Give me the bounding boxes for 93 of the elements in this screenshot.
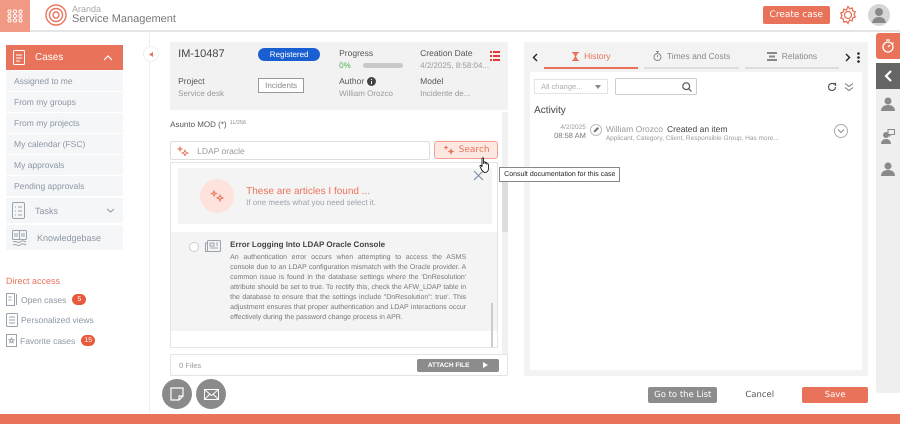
cases-menu-header[interactable]: Cases (6, 45, 124, 70)
sidebar-item[interactable]: From my groups (6, 92, 124, 112)
field-label: Progress (339, 48, 374, 58)
sidebar-item[interactable]: From my projects (6, 113, 124, 133)
collapse-button[interactable] (143, 46, 160, 62)
play-icon (483, 362, 488, 368)
chevron-right-icon[interactable] (845, 52, 852, 62)
settings-icon[interactable] (838, 5, 858, 25)
field-value: Incidente de... (420, 89, 470, 98)
stopwatch-icon (652, 51, 662, 61)
info-icon[interactable] (367, 76, 376, 86)
envelope-icon (204, 388, 219, 400)
list-icon[interactable] (490, 51, 500, 61)
collapse-panel-button[interactable] (876, 63, 900, 89)
note-button[interactable] (162, 379, 192, 409)
search-field[interactable] (615, 78, 698, 95)
logo-icon (44, 3, 68, 27)
sidebar-item[interactable]: My calendar (FSC) (6, 134, 124, 154)
field-label: Author (339, 76, 364, 86)
sparkle-icon (177, 146, 190, 156)
shortcut-link[interactable]: Favorite cases (20, 336, 76, 346)
article-title[interactable]: Error Logging Into LDAP Oracle Console (230, 240, 466, 249)
book-icon (12, 230, 27, 246)
tab[interactable]: Times and Costs (644, 45, 739, 69)
grid-icon (7, 9, 23, 23)
entry-action: Created an item (667, 124, 728, 134)
field-value: Service desk (178, 89, 224, 98)
case-id: IM-10487 (178, 48, 225, 60)
more-icon[interactable] (857, 52, 860, 62)
expand-icon[interactable] (834, 124, 848, 138)
sidebar-group[interactable]: Tasks (6, 198, 124, 223)
refresh-icon[interactable] (827, 82, 838, 92)
subject-field[interactable]: LDAP oracle (170, 141, 430, 160)
brand-title: Service Management (72, 14, 176, 26)
list-icon (6, 313, 18, 327)
field-label: Creation Date (420, 48, 473, 58)
note-icon (170, 387, 184, 401)
avatar-icon[interactable] (868, 4, 890, 26)
sidebar-item[interactable]: Pending approvals (6, 176, 124, 196)
chevron-icon (103, 54, 114, 60)
shortcut-link[interactable]: Open cases (21, 294, 66, 304)
tab[interactable]: Relations (744, 45, 840, 69)
suggestions-hint: If one meets what you need select it. (246, 198, 376, 206)
article-icon (205, 240, 222, 252)
pencil-icon (590, 124, 602, 136)
sidebar-group[interactable]: Knowledgebase (6, 225, 124, 250)
hourglass-icon (572, 52, 580, 60)
field-label: Asunto MOD (*) (170, 120, 227, 129)
brand-subtitle: Aranda (72, 4, 102, 14)
close-icon[interactable] (473, 170, 484, 181)
field-label: Model (420, 76, 444, 86)
checklist-icon (12, 202, 25, 219)
sparkle-icon (442, 144, 455, 156)
double-chevron-icon[interactable] (844, 82, 854, 92)
layers-icon (766, 52, 777, 60)
user-icon[interactable] (881, 97, 896, 111)
create-case-button[interactable]: Create case (762, 6, 830, 24)
star-document-icon (6, 334, 17, 347)
sidebar-item[interactable]: Assigned to me (6, 71, 124, 91)
document-icon (6, 293, 18, 306)
apps-menu-button[interactable] (0, 0, 30, 32)
caret-icon (149, 52, 154, 56)
user-chat-icon[interactable] (881, 129, 896, 144)
time-tracker-button[interactable] (876, 33, 900, 59)
radio-button[interactable] (189, 242, 200, 252)
section-title: Activity (534, 105, 567, 116)
chevron-left-icon (884, 70, 892, 82)
entry-user: William Orozco (606, 124, 663, 134)
cancel-button[interactable]: Cancel (739, 389, 780, 401)
search-button[interactable]: Search (434, 141, 498, 159)
tab[interactable]: History (544, 45, 638, 69)
document-icon (13, 50, 25, 65)
email-button[interactable] (196, 379, 226, 409)
type-tag: Incidents (258, 78, 304, 93)
shortcut-link[interactable]: Personalized views (21, 315, 94, 325)
progress-percent: 0% (339, 61, 351, 70)
sidebar-item[interactable]: My approvals (6, 155, 124, 175)
stopwatch-icon (881, 39, 896, 53)
user-icon[interactable] (881, 162, 896, 176)
chevron-icon (106, 208, 116, 213)
sparkle-icon (200, 179, 234, 213)
suggestions-title: These are articles I found ... (246, 186, 372, 196)
cases-label: Cases (35, 52, 64, 63)
go-to-list-button[interactable]: Go to the List (648, 387, 718, 403)
caret-icon (595, 84, 602, 88)
status-badge: Registered (258, 48, 320, 61)
section-title: Direct access (6, 276, 62, 286)
field-label: Project (178, 76, 205, 86)
field-value: William Orozco (339, 89, 393, 98)
search-icon (682, 82, 692, 92)
field-value: 4/2/2025, 8:58:04... (420, 61, 490, 70)
chevron-left-icon[interactable] (532, 52, 538, 62)
save-button[interactable]: Save (802, 387, 868, 403)
